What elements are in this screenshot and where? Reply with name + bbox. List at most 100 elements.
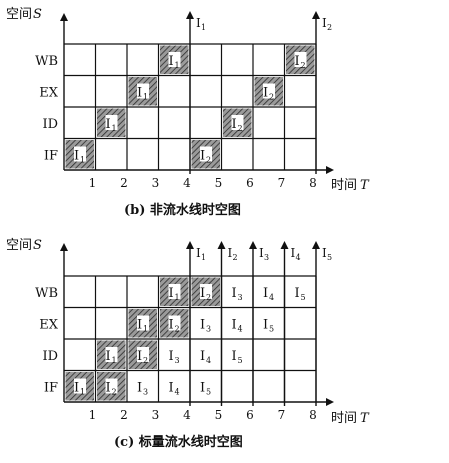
cell-instruction-subscript: 2 [175, 325, 180, 334]
instruction-cell: I1 [160, 45, 189, 74]
x-axis-title: 时间 T [331, 411, 370, 426]
cell-instruction-subscript: 1 [80, 388, 85, 397]
y-axis-label: 空间 [6, 7, 32, 22]
cell-instruction-label: I [232, 286, 237, 301]
instruction-cell: I4 [200, 349, 211, 365]
instruction-cell: I5 [232, 349, 243, 365]
cell-instruction-subscript: 4 [206, 356, 211, 365]
cell-instruction-label: I [137, 86, 142, 101]
time-tick-labels: 1 2 3 4 5 6 7 8 [89, 408, 317, 422]
cell-instruction-subscript: 4 [175, 388, 180, 397]
time-tick-label: 5 [215, 176, 223, 190]
instruction-complete-arrow: I5 [312, 241, 332, 406]
instruction-cell: I1 [97, 340, 126, 369]
time-tick-label: 3 [152, 176, 160, 190]
cell-instruction-label: I [263, 86, 268, 101]
time-tick-label: 1 [89, 176, 97, 190]
instruction-arrows: I1I2I3I4I5 [186, 241, 332, 406]
instruction-cell: I2 [286, 45, 315, 74]
instruction-cell: I1 [65, 372, 94, 401]
arrow-instruction-subscript: 3 [264, 253, 269, 262]
pipeline-space-time-figure: 空间 S 时间 T I 1I 1I 1I 1I 2I 2I 2I 2 IFIDEXWB 1234… [6, 7, 370, 450]
time-tick-label: 6 [246, 176, 254, 190]
cell-instruction-subscript: 5 [206, 388, 211, 397]
stage-label: WB [35, 286, 58, 301]
cell-instruction-subscript: 2 [143, 356, 148, 365]
instruction-cell: I5 [200, 381, 211, 397]
cell-instruction-subscript: 2 [238, 124, 243, 133]
instruction-cell: I5 [263, 318, 274, 334]
instruction-cell: I2 [160, 309, 189, 338]
cell-instruction-label: I [232, 349, 237, 364]
instruction-cell: I1 [128, 77, 157, 106]
cell-instruction-label: I [74, 381, 79, 396]
y-axis-title: 空间 S [6, 238, 42, 253]
cell-instruction-label: I [137, 349, 142, 364]
instruction-cell: I1 [65, 140, 94, 169]
cell-instruction-label: I [74, 149, 79, 164]
cell-instruction-label: I [200, 381, 205, 396]
y-axis-var: S [33, 7, 42, 22]
cell-instruction-subscript: 2 [269, 93, 274, 102]
time-tick-label: 4 [183, 408, 191, 422]
cell-instruction-subscript: 1 [175, 61, 180, 70]
time-tick-label: 2 [120, 176, 128, 190]
time-tick-label: 7 [278, 408, 286, 422]
figure-caption-c: (c) 标量流水线时空图 [114, 434, 243, 450]
cell-instruction-label: I [106, 349, 111, 364]
cell-instruction-label: I [200, 286, 205, 301]
cell-instruction-subscript: 2 [112, 388, 117, 397]
instruction-cell: I2 [254, 77, 283, 106]
stage-label: IF [44, 380, 58, 395]
cell-instruction-subscript: 1 [143, 325, 148, 334]
cell-instruction-subscript: 1 [112, 356, 117, 365]
instruction-cell: I4 [169, 381, 180, 397]
cell-instruction-subscript: 2 [206, 293, 211, 302]
cell-instruction-label: I [263, 286, 268, 301]
arrow-instruction-subscript: 1 [201, 253, 206, 262]
instruction-cell: I1 [97, 108, 126, 137]
cell-instruction-label: I [295, 54, 300, 69]
cell-instruction-subscript: 4 [238, 325, 243, 334]
instruction-complete-arrow: I4 [280, 241, 301, 406]
cell-instruction-subscript: 5 [301, 293, 306, 302]
cell-instruction-label: I [169, 381, 174, 396]
arrow-instruction-subscript: 4 [296, 253, 301, 262]
x-axis-var: T [360, 178, 370, 193]
time-tick-label: 4 [183, 176, 191, 190]
arrow-instruction-subscript: 2 [233, 253, 238, 262]
time-tick-label: 7 [278, 176, 286, 190]
cell-instruction-subscript: 5 [269, 325, 274, 334]
arrow-instruction-subscript: 5 [327, 253, 332, 262]
arrow-instruction-subscript: 2 [327, 23, 332, 32]
cell-instruction-label: I [169, 318, 174, 333]
x-axis-var: T [360, 411, 370, 426]
stage-labels: IF ID EX WB [35, 286, 59, 396]
time-tick-label: 8 [309, 408, 317, 422]
cell-instruction-label: I [169, 54, 174, 69]
scalar-pipeline-space-time-diagram: 空间 S 时间 T I 1 I 2 I 3 I 4 I 5I 1 I 2 I 3 I 4 I 5I 1 I 2 I 3 I 4 I 5… [6, 238, 370, 450]
instruction-cell: I2 [223, 108, 252, 137]
y-axis-title: 空间 S [6, 7, 42, 22]
cell-instruction-subscript: 1 [143, 93, 148, 102]
instruction-cell: I4 [263, 286, 274, 302]
cell-instruction-subscript: 5 [238, 356, 243, 365]
cell-instruction-label: I [200, 149, 205, 164]
time-tick-label: 2 [120, 408, 128, 422]
instruction-cell: I2 [191, 140, 220, 169]
y-axis-var: S [33, 238, 42, 253]
time-tick-label: 6 [246, 408, 254, 422]
cell-instruction-label: I [106, 117, 111, 132]
cell-instruction-label: I [169, 286, 174, 301]
cell-instruction-subscript: 3 [143, 388, 148, 397]
cell-instruction-label: I [137, 381, 142, 396]
cell-instruction-subscript: 2 [301, 61, 306, 70]
time-tick-label: 1 [89, 408, 97, 422]
instruction-cell: I1 [128, 309, 157, 338]
cell-instruction-label: I [200, 318, 205, 333]
time-tick-label: 3 [152, 408, 160, 422]
instruction-cell: I4 [232, 318, 243, 334]
y-axis-label: 空间 [6, 238, 32, 253]
instruction-cell: I1 [160, 277, 189, 306]
instruction-cell: I2 [128, 340, 157, 369]
